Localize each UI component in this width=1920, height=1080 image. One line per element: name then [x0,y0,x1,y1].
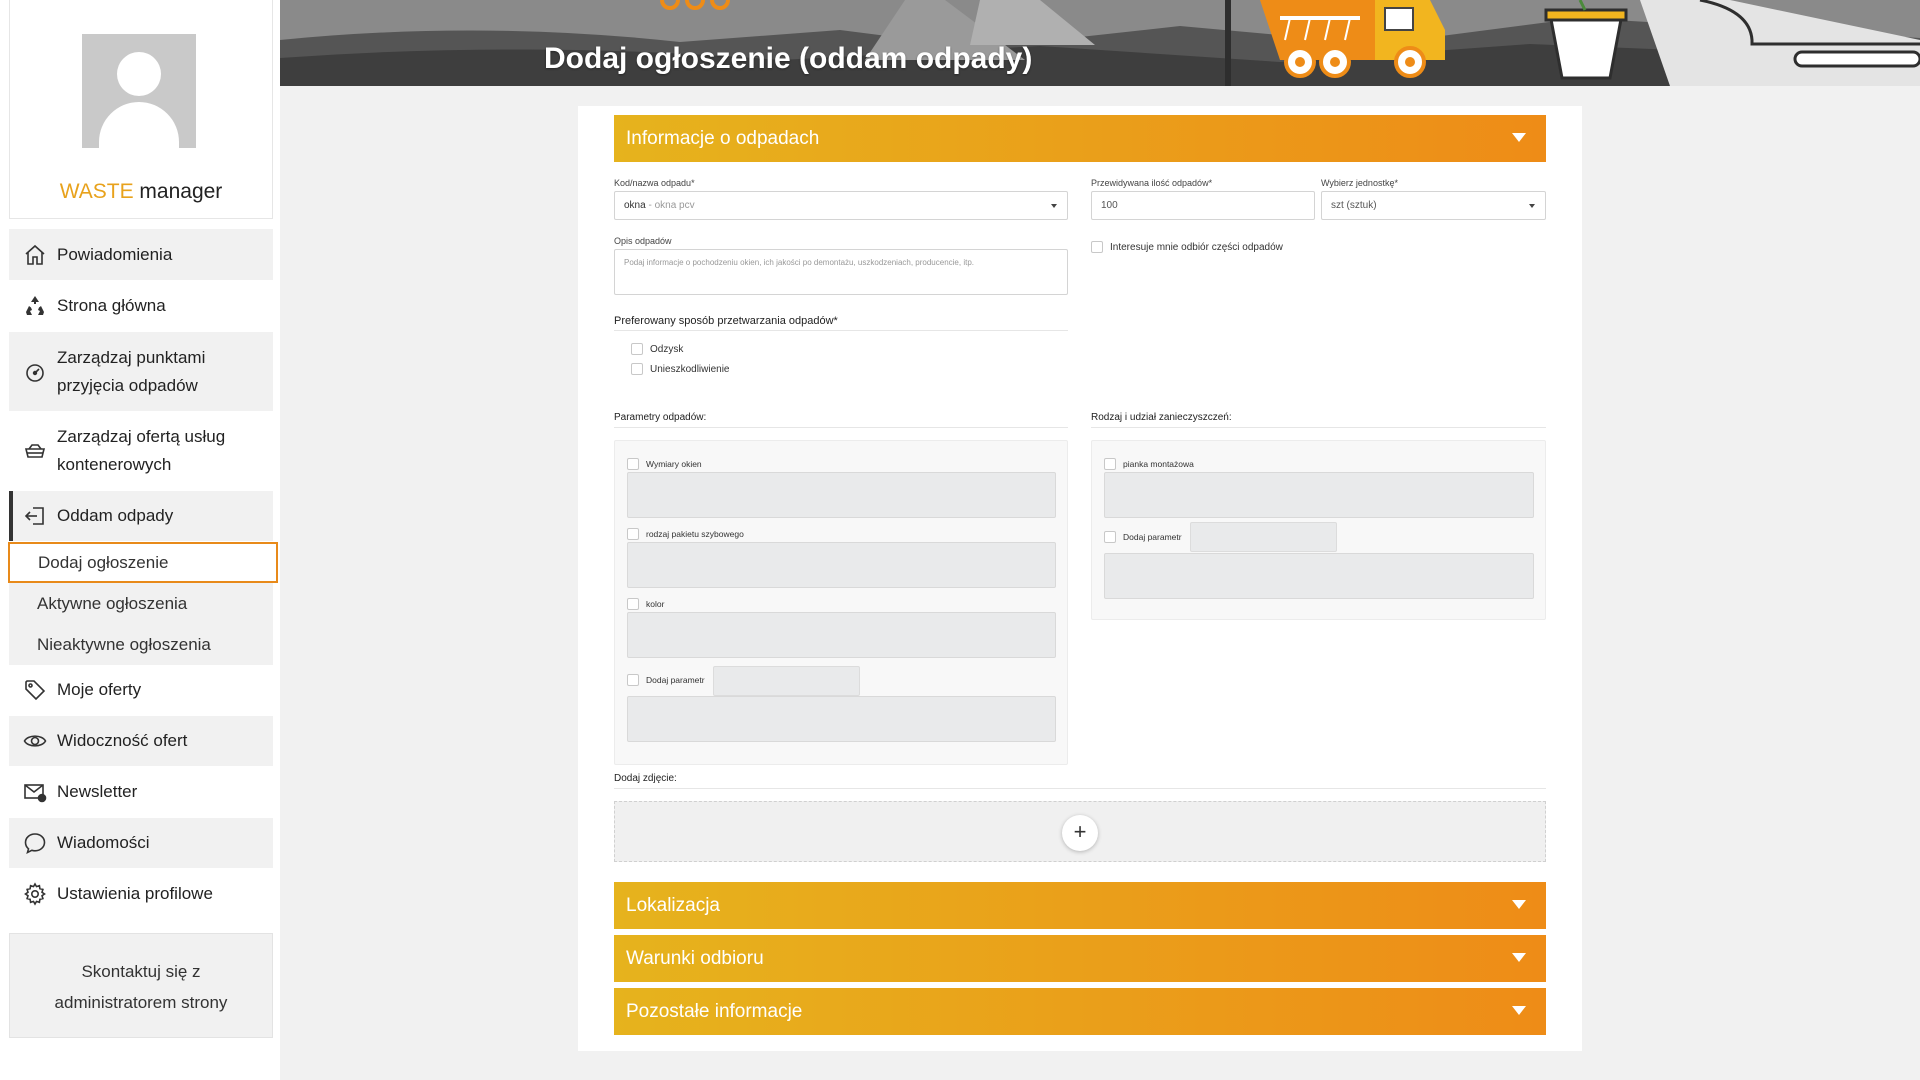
add-photo-label: Dodaj zdjęcie: [614,773,677,784]
quantity-label: Przewidywana ilość odpadów* [1091,178,1213,188]
sidebar-item-offer-visibility[interactable]: Widoczność ofert [9,716,273,767]
unit-label: Wybierz jednostkę* [1321,178,1398,188]
chevron-down-icon [1051,204,1057,208]
contam-add-textarea[interactable] [1104,553,1534,599]
waste-parameters-panel: Wymiary okien rodzaj pakietu szybowego k… [614,440,1068,765]
eye-icon [21,727,49,755]
recycle-icon [21,292,49,320]
caret-down-icon [1512,953,1526,962]
waste-parameters-label: Parametry odpadów: [614,412,707,423]
chat-bubble-icon [21,829,49,857]
sidebar: WASTE manager Powiadomienia Strona główn… [0,0,280,1080]
param-glass-type-checkbox[interactable]: rodzaj pakietu szybowego [627,528,744,540]
sidebar-item-newsletter[interactable]: Newsletter [9,767,273,818]
avatar[interactable] [82,34,196,148]
caret-down-icon [1512,1006,1526,1015]
param-window-dimensions-textarea[interactable] [627,472,1056,518]
partial-collection-checkbox[interactable]: Interesuje mnie odbiór części odpadów [1091,241,1283,253]
tag-icon [21,676,49,704]
contam-add-name-input[interactable] [1190,522,1337,552]
profile-card: WASTE manager [9,0,273,219]
param-color-checkbox[interactable]: kolor [627,598,664,610]
gauge-icon [21,358,49,386]
brand-logo: WASTE manager [59,180,223,203]
sidebar-item-notifications[interactable]: Powiadomienia [9,229,273,281]
section-header-location[interactable]: Lokalizacja [614,882,1546,929]
caret-down-icon [1512,900,1526,909]
processing-method-label: Preferowany sposób przetwarzania odpadów… [614,315,838,327]
chevron-down-icon [1529,204,1535,208]
description-textarea[interactable]: Podaj informacje o pochodzeniu okien, ic… [614,249,1068,295]
sign-in-icon [21,502,49,530]
description-label: Opis odpadów [614,236,672,246]
contamination-panel: pianka montażowa Dodaj parametr [1091,440,1546,620]
submenu-item-add-listing[interactable]: Dodaj ogłoszenie [8,542,278,583]
submenu-item-active-listings[interactable]: Aktywne ogłoszenia [9,583,273,624]
photo-dropzone[interactable]: + [614,801,1546,862]
gear-icon [21,880,49,908]
home-icon [21,241,49,269]
sidebar-item-home[interactable]: Strona główna [9,281,273,332]
contamination-label: Rodzaj i udział zanieczyszczeń: [1091,412,1232,423]
section-header-pickup-conditions[interactable]: Warunki odbioru [614,935,1546,982]
envelope-icon [21,778,49,806]
sidebar-item-profile-settings[interactable]: Ustawienia profilowe [9,869,273,920]
waste-code-select[interactable]: okna - okna pcv [614,191,1068,220]
quantity-input[interactable]: 100 [1091,191,1315,220]
caret-down-icon [1512,133,1526,142]
sidebar-item-my-offers[interactable]: Moje oferty [9,665,273,716]
container-icon [21,437,49,465]
main-card: Informacje o odpadach Kod/nazwa odpadu* … [578,106,1582,1051]
sidebar-menu: Powiadomienia Strona główna Zarządzaj pu… [8,229,278,920]
param-window-dimensions-checkbox[interactable]: Wymiary okien [627,458,702,470]
waste-code-label: Kod/nazwa odpadu* [614,178,695,188]
page-title: Dodaj ogłoszenie (oddam odpady) [544,42,1033,75]
contam-foam-checkbox[interactable]: pianka montażowa [1104,458,1194,470]
section-header-other-info[interactable]: Pozostałe informacje [614,988,1546,1035]
unit-select[interactable]: szt (sztuk) [1321,191,1546,220]
section-header-waste-info[interactable]: Informacje o odpadach [614,115,1546,162]
param-add-name-input[interactable] [713,666,860,696]
contam-foam-textarea[interactable] [1104,472,1534,518]
sidebar-item-collection-points[interactable]: Zarządzaj punktami przyjęcia odpadów [9,332,273,412]
method-option-recovery[interactable]: Odzysk [631,343,683,355]
banner-illustration [280,0,1920,86]
sidebar-item-give-waste[interactable]: Oddam odpady [9,491,273,542]
param-add-textarea[interactable] [627,696,1056,742]
header-banner: Dodaj ogłoszenie (oddam odpady) [280,0,1920,86]
param-glass-type-textarea[interactable] [627,542,1056,588]
method-option-disposal[interactable]: Unieszkodliwienie [631,363,729,375]
param-add-checkbox[interactable]: Dodaj parametr [627,674,705,686]
sidebar-item-container-services[interactable]: Zarządzaj ofertą usług kontenerowych [9,412,273,491]
param-color-textarea[interactable] [627,612,1056,658]
add-photo-button[interactable]: + [1062,815,1098,851]
contact-admin-card[interactable]: Skontaktuj się z administratorem strony [9,933,273,1038]
contam-add-checkbox[interactable]: Dodaj parametr [1104,531,1182,543]
submenu-item-inactive-listings[interactable]: Nieaktywne ogłoszenia [9,624,273,665]
sidebar-item-messages[interactable]: Wiadomości [9,818,273,869]
